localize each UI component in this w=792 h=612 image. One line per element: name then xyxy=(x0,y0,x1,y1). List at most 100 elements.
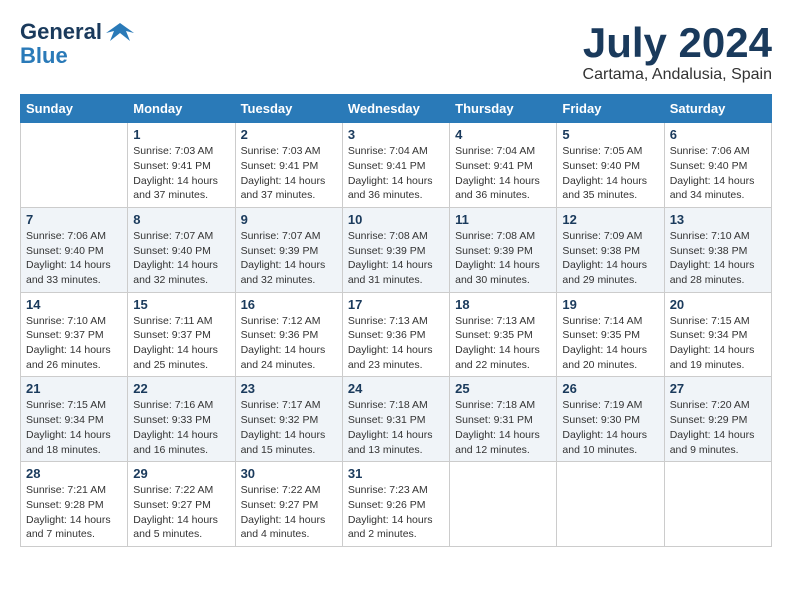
day-info: Sunrise: 7:20 AM Sunset: 9:29 PM Dayligh… xyxy=(670,398,766,457)
title-block: July 2024 Cartama, Andalusia, Spain xyxy=(583,20,772,84)
page-header: General Blue July 2024 Cartama, Andalusi… xyxy=(20,20,772,84)
day-number: 18 xyxy=(455,297,551,312)
day-number: 21 xyxy=(26,381,122,396)
calendar-cell: 22 Sunrise: 7:16 AM Sunset: 9:33 PM Dayli… xyxy=(128,377,235,462)
day-number: 24 xyxy=(348,381,444,396)
day-info: Sunrise: 7:06 AM Sunset: 9:40 PM Dayligh… xyxy=(26,229,122,288)
day-info: Sunrise: 7:19 AM Sunset: 9:30 PM Dayligh… xyxy=(562,398,658,457)
header-thursday: Thursday xyxy=(450,95,557,123)
day-number: 31 xyxy=(348,466,444,481)
calendar-cell: 16 Sunrise: 7:12 AM Sunset: 9:36 PM Dayli… xyxy=(235,292,342,377)
calendar-cell: 10 Sunrise: 7:08 AM Sunset: 9:39 PM Dayli… xyxy=(342,207,449,292)
day-info: Sunrise: 7:04 AM Sunset: 9:41 PM Dayligh… xyxy=(455,144,551,203)
calendar-cell: 1 Sunrise: 7:03 AM Sunset: 9:41 PM Daylig… xyxy=(128,123,235,208)
calendar-cell: 24Sunrise: 7:18 AM Sunset: 9:31 PM Dayli… xyxy=(342,377,449,462)
calendar-cell: 8 Sunrise: 7:07 AM Sunset: 9:40 PM Daylig… xyxy=(128,207,235,292)
calendar-week-3: 14 Sunrise: 7:10 AM Sunset: 9:37 PM Dayli… xyxy=(21,292,772,377)
calendar-cell: 9Sunrise: 7:07 AM Sunset: 9:39 PM Daylig… xyxy=(235,207,342,292)
calendar-cell: 7Sunrise: 7:06 AM Sunset: 9:40 PM Daylig… xyxy=(21,207,128,292)
calendar-cell: 2Sunrise: 7:03 AM Sunset: 9:41 PM Daylig… xyxy=(235,123,342,208)
calendar-cell: 5 Sunrise: 7:05 AM Sunset: 9:40 PM Daylig… xyxy=(557,123,664,208)
header-saturday: Saturday xyxy=(664,95,771,123)
day-number: 29 xyxy=(133,466,229,481)
day-info: Sunrise: 7:22 AM Sunset: 9:27 PM Dayligh… xyxy=(133,483,229,542)
day-number: 6 xyxy=(670,127,766,142)
day-number: 8 xyxy=(133,212,229,227)
calendar-table: SundayMondayTuesdayWednesdayThursdayFrid… xyxy=(20,94,772,547)
day-number: 17 xyxy=(348,297,444,312)
calendar-cell: 30Sunrise: 7:22 AM Sunset: 9:27 PM Dayli… xyxy=(235,462,342,547)
calendar-week-5: 28 Sunrise: 7:21 AM Sunset: 9:28 PM Dayli… xyxy=(21,462,772,547)
calendar-cell: 14 Sunrise: 7:10 AM Sunset: 9:37 PM Dayli… xyxy=(21,292,128,377)
day-info: Sunrise: 7:12 AM Sunset: 9:36 PM Dayligh… xyxy=(241,314,337,373)
day-info: Sunrise: 7:23 AM Sunset: 9:26 PM Dayligh… xyxy=(348,483,444,542)
calendar-cell: 3 Sunrise: 7:04 AM Sunset: 9:41 PM Daylig… xyxy=(342,123,449,208)
calendar-cell xyxy=(557,462,664,547)
logo-text-blue: Blue xyxy=(20,44,68,68)
day-info: Sunrise: 7:04 AM Sunset: 9:41 PM Dayligh… xyxy=(348,144,444,203)
calendar-cell: 17 Sunrise: 7:13 AM Sunset: 9:36 PM Dayli… xyxy=(342,292,449,377)
day-info: Sunrise: 7:10 AM Sunset: 9:37 PM Dayligh… xyxy=(26,314,122,373)
day-info: Sunrise: 7:08 AM Sunset: 9:39 PM Dayligh… xyxy=(348,229,444,288)
day-number: 28 xyxy=(26,466,122,481)
day-number: 22 xyxy=(133,381,229,396)
day-number: 14 xyxy=(26,297,122,312)
day-number: 5 xyxy=(562,127,658,142)
calendar-cell: 26 Sunrise: 7:19 AM Sunset: 9:30 PM Dayli… xyxy=(557,377,664,462)
calendar-cell: 15Sunrise: 7:11 AM Sunset: 9:37 PM Dayli… xyxy=(128,292,235,377)
day-number: 27 xyxy=(670,381,766,396)
header-sunday: Sunday xyxy=(21,95,128,123)
day-info: Sunrise: 7:15 AM Sunset: 9:34 PM Dayligh… xyxy=(26,398,122,457)
day-info: Sunrise: 7:17 AM Sunset: 9:32 PM Dayligh… xyxy=(241,398,337,457)
calendar-cell: 12Sunrise: 7:09 AM Sunset: 9:38 PM Dayli… xyxy=(557,207,664,292)
calendar-cell: 20 Sunrise: 7:15 AM Sunset: 9:34 PM Dayli… xyxy=(664,292,771,377)
day-info: Sunrise: 7:15 AM Sunset: 9:34 PM Dayligh… xyxy=(670,314,766,373)
day-info: Sunrise: 7:10 AM Sunset: 9:38 PM Dayligh… xyxy=(670,229,766,288)
day-info: Sunrise: 7:18 AM Sunset: 9:31 PM Dayligh… xyxy=(455,398,551,457)
month-title: July 2024 xyxy=(583,20,772,66)
calendar-cell: 25 Sunrise: 7:18 AM Sunset: 9:31 PM Dayli… xyxy=(450,377,557,462)
day-info: Sunrise: 7:22 AM Sunset: 9:27 PM Dayligh… xyxy=(241,483,337,542)
calendar-cell: 31 Sunrise: 7:23 AM Sunset: 9:26 PM Dayli… xyxy=(342,462,449,547)
calendar-cell: 6 Sunrise: 7:06 AM Sunset: 9:40 PM Daylig… xyxy=(664,123,771,208)
logo-text-general: General xyxy=(20,20,102,44)
calendar-cell: 21 Sunrise: 7:15 AM Sunset: 9:34 PM Dayli… xyxy=(21,377,128,462)
calendar-week-2: 7Sunrise: 7:06 AM Sunset: 9:40 PM Daylig… xyxy=(21,207,772,292)
day-info: Sunrise: 7:13 AM Sunset: 9:36 PM Dayligh… xyxy=(348,314,444,373)
day-number: 3 xyxy=(348,127,444,142)
day-info: Sunrise: 7:16 AM Sunset: 9:33 PM Dayligh… xyxy=(133,398,229,457)
day-info: Sunrise: 7:03 AM Sunset: 9:41 PM Dayligh… xyxy=(241,144,337,203)
calendar-cell: 11 Sunrise: 7:08 AM Sunset: 9:39 PM Dayli… xyxy=(450,207,557,292)
header-tuesday: Tuesday xyxy=(235,95,342,123)
day-number: 9 xyxy=(241,212,337,227)
day-info: Sunrise: 7:03 AM Sunset: 9:41 PM Dayligh… xyxy=(133,144,229,203)
day-number: 10 xyxy=(348,212,444,227)
day-number: 12 xyxy=(562,212,658,227)
day-number: 13 xyxy=(670,212,766,227)
calendar-cell: 28 Sunrise: 7:21 AM Sunset: 9:28 PM Dayli… xyxy=(21,462,128,547)
day-info: Sunrise: 7:06 AM Sunset: 9:40 PM Dayligh… xyxy=(670,144,766,203)
day-number: 23 xyxy=(241,381,337,396)
header-wednesday: Wednesday xyxy=(342,95,449,123)
day-number: 20 xyxy=(670,297,766,312)
day-info: Sunrise: 7:21 AM Sunset: 9:28 PM Dayligh… xyxy=(26,483,122,542)
day-info: Sunrise: 7:07 AM Sunset: 9:40 PM Dayligh… xyxy=(133,229,229,288)
day-number: 1 xyxy=(133,127,229,142)
day-info: Sunrise: 7:05 AM Sunset: 9:40 PM Dayligh… xyxy=(562,144,658,203)
location: Cartama, Andalusia, Spain xyxy=(583,66,772,84)
calendar-cell xyxy=(21,123,128,208)
day-number: 16 xyxy=(241,297,337,312)
day-number: 26 xyxy=(562,381,658,396)
day-info: Sunrise: 7:08 AM Sunset: 9:39 PM Dayligh… xyxy=(455,229,551,288)
header-friday: Friday xyxy=(557,95,664,123)
logo: General Blue xyxy=(20,20,134,68)
calendar-cell xyxy=(450,462,557,547)
day-number: 11 xyxy=(455,212,551,227)
logo-bird-icon xyxy=(106,21,134,43)
day-number: 25 xyxy=(455,381,551,396)
day-info: Sunrise: 7:11 AM Sunset: 9:37 PM Dayligh… xyxy=(133,314,229,373)
calendar-cell: 13 Sunrise: 7:10 AM Sunset: 9:38 PM Dayli… xyxy=(664,207,771,292)
calendar-header-row: SundayMondayTuesdayWednesdayThursdayFrid… xyxy=(21,95,772,123)
calendar-cell: 4Sunrise: 7:04 AM Sunset: 9:41 PM Daylig… xyxy=(450,123,557,208)
day-info: Sunrise: 7:13 AM Sunset: 9:35 PM Dayligh… xyxy=(455,314,551,373)
